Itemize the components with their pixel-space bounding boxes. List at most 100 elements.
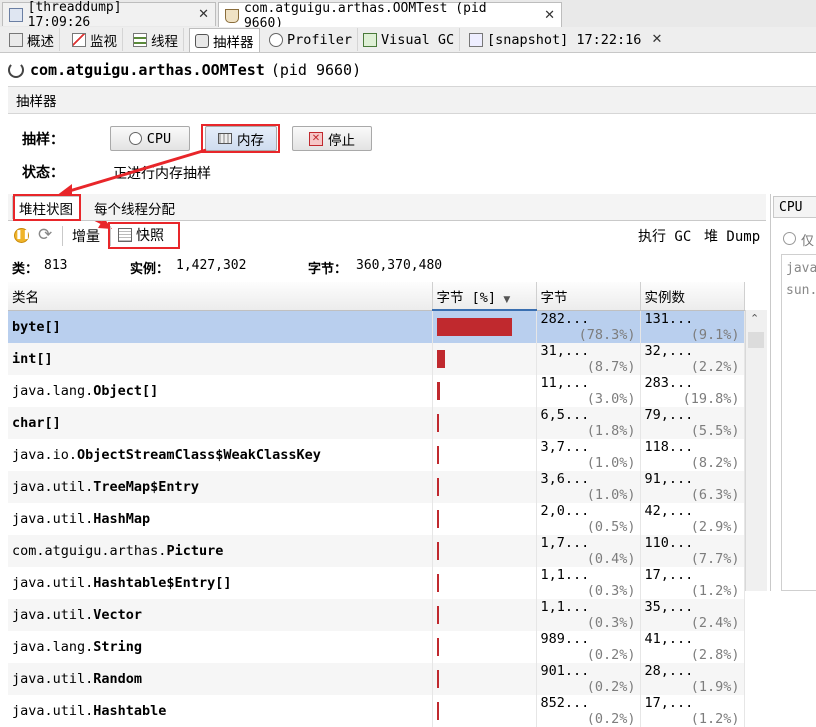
instances-value: 35,... <box>644 598 694 615</box>
instances-value: 91,... <box>644 470 694 487</box>
class-name-cell: java.lang.Object[] <box>8 374 433 407</box>
bytes-value: 1,1... <box>540 566 590 583</box>
pause-icon[interactable]: ❚❚ <box>14 228 30 243</box>
scrollbar-thumb[interactable] <box>748 332 764 348</box>
bytes-value: 31,... <box>540 342 590 359</box>
column-header-instances[interactable]: 实例数 <box>640 282 745 311</box>
bytes-cell: 31,... (8.7%) <box>536 342 641 375</box>
histogram-toolbar: ❚❚ ⟳ 增量 快照 执行 GC 堆 Dump <box>8 222 766 250</box>
bytes-percent-bar <box>436 637 439 656</box>
instances-cell: 118... (8.2%) <box>640 438 745 471</box>
arrow-line <box>65 148 207 194</box>
delta-button[interactable]: 增量 <box>72 226 100 246</box>
bytes-percent-value: (1.0%) <box>586 486 636 503</box>
instances-value: 118... <box>644 438 694 455</box>
table-row[interactable]: java.util.Random 901... (0.2%) 28,... (1.9%) <box>8 662 745 695</box>
bytes-value: 6,5... <box>540 406 590 423</box>
bytes-value: 901... <box>540 662 590 679</box>
table-row[interactable]: java.util.TreeMap$Entry 3,6... (1.0%) 91,..… <box>8 470 745 503</box>
bytes-percent-value: (1.8%) <box>586 422 636 439</box>
bytes-percent-cell <box>432 342 537 375</box>
table-row[interactable]: java.util.Hashtable$Entry[] 1,1... (0.3%) 1… <box>8 566 745 599</box>
column-header-class-name[interactable]: 类名 <box>8 282 433 311</box>
bytes-value: 1,7... <box>540 534 590 551</box>
bytes-value: 1,1... <box>540 598 590 615</box>
class-count: 813 <box>44 258 68 273</box>
instances-cell: 41,... (2.8%) <box>640 630 745 663</box>
heap-dump-button[interactable]: 堆 Dump <box>704 226 760 246</box>
radio-button[interactable] <box>783 232 796 245</box>
bytes-percent-bar <box>436 317 512 336</box>
heap-histogram-table: 类名 字节 [%] ▼ 字节 实例数 byte[] 282... (78.3%) 13… <box>8 282 745 727</box>
table-row[interactable]: java.util.Hashtable 852... (0.2%) 17,... (1.… <box>8 694 745 727</box>
bytes-percent-bar <box>436 381 440 400</box>
instances-value: 28,... <box>644 662 694 679</box>
table-header: 类名 字节 [%] ▼ 字节 实例数 <box>8 282 745 311</box>
bytes-percent-value: (0.4%) <box>586 550 636 567</box>
class-name-cell: java.util.TreeMap$Entry <box>8 470 433 503</box>
instances-percent-value: (19.8%) <box>682 390 740 407</box>
bytes-percent-cell <box>432 470 537 503</box>
table-row[interactable]: java.lang.Object[] 11,... (3.0%) 283... (19.… <box>8 374 745 407</box>
bytes-cell: 11,... (3.0%) <box>536 374 641 407</box>
class-name-cell: java.util.HashMap <box>8 502 433 535</box>
refresh-icon[interactable]: ⟳ <box>38 225 52 245</box>
class-name-cell: java.util.Random <box>8 662 433 695</box>
instances-percent-value: (2.9%) <box>690 518 740 535</box>
table-row[interactable]: com.atguigu.arthas.Picture 1,7... (0.4%) 11… <box>8 534 745 567</box>
histogram-tab-bar: 堆柱状图 每个线程分配 <box>8 194 766 221</box>
byte-count: 360,370,480 <box>356 258 443 273</box>
bytes-percent-bar <box>436 669 439 688</box>
table-row[interactable]: java.util.HashMap 2,0... (0.5%) 42,... (2.9%… <box>8 502 745 535</box>
instances-cell: 17,... (1.2%) <box>640 566 745 599</box>
bytes-percent-bar <box>436 573 439 592</box>
bytes-percent-cell <box>432 310 537 343</box>
class-name-cell: java.util.Vector <box>8 598 433 631</box>
class-name-cell: java.io.ObjectStreamClass$WeakClassKey <box>8 438 433 471</box>
instances-cell: 110... (7.7%) <box>640 534 745 567</box>
instances-value: 110... <box>644 534 694 551</box>
table-row[interactable]: java.io.ObjectStreamClass$WeakClassKey 3,… <box>8 438 745 471</box>
instances-value: 17,... <box>644 566 694 583</box>
class-name: Random <box>93 670 143 687</box>
tab-per-thread-allocation[interactable]: 每个线程分配 <box>88 196 181 219</box>
toolbar-separator <box>110 226 111 246</box>
bytes-value: 282... <box>540 310 590 327</box>
table-scrollbar[interactable]: ⌃ <box>745 310 767 591</box>
sort-descending-icon: ▼ <box>503 294 511 305</box>
instances-cell: 35,... (2.4%) <box>640 598 745 631</box>
column-header-bytes-percent[interactable]: 字节 [%] ▼ <box>432 282 537 311</box>
class-name-cell: java.util.Hashtable <box>8 694 433 727</box>
scroll-up-icon[interactable]: ⌃ <box>750 312 759 325</box>
tab-heap-histogram[interactable]: 堆柱状图 <box>12 196 80 219</box>
class-name-cell: java.lang.String <box>8 630 433 663</box>
class-name-cell: com.atguigu.arthas.Picture <box>8 534 433 567</box>
filter-list[interactable]: java sun. <box>781 254 816 591</box>
bytes-percent-bar <box>436 477 439 496</box>
instances-value: 32,... <box>644 342 694 359</box>
bytes-percent-value: (0.5%) <box>586 518 636 535</box>
table-row[interactable]: java.lang.String 989... (0.2%) 41,... (2.8%) <box>8 630 745 663</box>
instances-percent-value: (5.5%) <box>690 422 740 439</box>
bytes-percent-bar <box>436 445 439 464</box>
perform-gc-button[interactable]: 执行 GC <box>638 226 691 246</box>
snapshot-icon <box>118 228 132 242</box>
table-row[interactable]: int[] 31,... (8.7%) 32,... (2.2%) <box>8 342 745 375</box>
bytes-cell: 901... (0.2%) <box>536 662 641 695</box>
class-name-cell: byte[] <box>8 310 433 343</box>
table-row[interactable]: byte[] 282... (78.3%) 131... (9.1%) <box>8 310 745 343</box>
instances-percent-value: (8.2%) <box>690 454 740 471</box>
class-name: Object[] <box>93 382 159 399</box>
class-name: HashMap <box>93 510 151 527</box>
bytes-percent-cell <box>432 566 537 599</box>
toolbar-separator <box>62 226 63 246</box>
tab-cpu-side[interactable]: CPU <box>773 196 816 218</box>
bytes-value: 2,0... <box>540 502 590 519</box>
column-header-bytes[interactable]: 字节 <box>536 282 641 311</box>
table-row[interactable]: java.util.Vector 1,1... (0.3%) 35,... (2.4%) <box>8 598 745 631</box>
bytes-cell: 3,7... (1.0%) <box>536 438 641 471</box>
table-row[interactable]: char[] 6,5... (1.8%) 79,... (5.5%) <box>8 406 745 439</box>
bytes-percent-value: (3.0%) <box>586 390 636 407</box>
instances-value: 42,... <box>644 502 694 519</box>
snapshot-button[interactable]: 快照 <box>118 225 164 245</box>
